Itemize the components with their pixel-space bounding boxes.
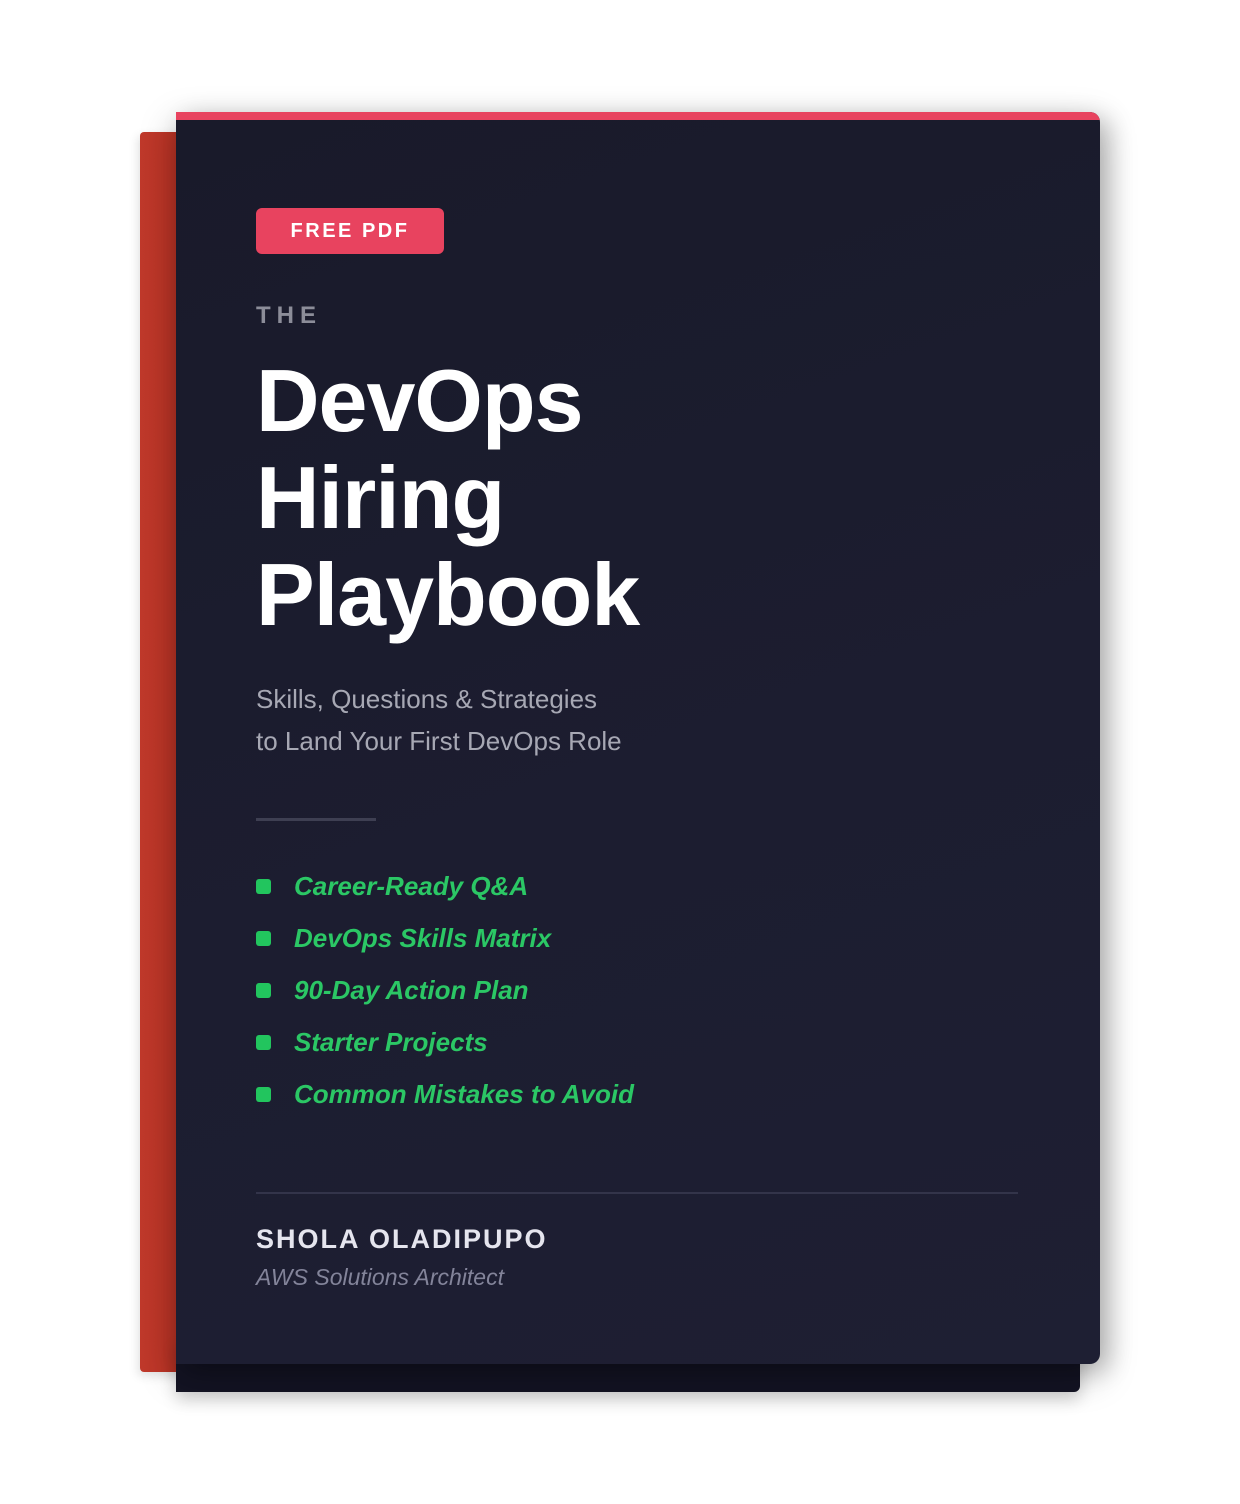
author-divider: [256, 1192, 1018, 1194]
bullet-square-icon: [256, 931, 271, 946]
author-role: AWS Solutions Architect: [256, 1264, 504, 1290]
feature-label: Starter Projects: [294, 1027, 488, 1057]
cover-accent-strip: [176, 112, 1100, 120]
feature-item: DevOps Skills Matrix: [256, 912, 634, 964]
bullet-square-icon: [256, 1087, 271, 1102]
title-eyebrow: THE: [256, 302, 322, 329]
feature-item: Common Mistakes to Avoid: [256, 1068, 634, 1120]
book-title-line: DevOps: [256, 351, 584, 450]
book-title-line: Playbook: [256, 545, 640, 644]
author-name: SHOLA OLADIPUPO: [256, 1224, 548, 1254]
book-cover: FREE PDF THE DevOps Hiring Playbook Skil…: [176, 112, 1100, 1364]
feature-item: Career-Ready Q&A: [256, 860, 634, 912]
feature-label: Common Mistakes to Avoid: [294, 1079, 634, 1109]
free-pdf-badge: FREE PDF: [256, 208, 444, 254]
bullet-square-icon: [256, 983, 271, 998]
feature-list: Career-Ready Q&A DevOps Skills Matrix 90…: [256, 860, 634, 1120]
book-subtitle-line: to Land Your First DevOps Role: [256, 726, 622, 756]
feature-item: Starter Projects: [256, 1016, 634, 1068]
book-title-line: Hiring: [256, 448, 505, 547]
section-divider: [256, 818, 376, 821]
bullet-square-icon: [256, 879, 271, 894]
book-title: DevOps Hiring Playbook: [256, 352, 1016, 643]
book-subtitle: Skills, Questions & Strategies to Land Y…: [256, 678, 956, 762]
feature-label: Career-Ready Q&A: [294, 871, 529, 901]
feature-label: 90-Day Action Plan: [294, 975, 529, 1005]
bullet-square-icon: [256, 1035, 271, 1050]
feature-label: DevOps Skills Matrix: [294, 923, 552, 953]
feature-item: 90-Day Action Plan: [256, 964, 634, 1016]
book-subtitle-line: Skills, Questions & Strategies: [256, 684, 598, 714]
book-mockup: FREE PDF THE DevOps Hiring Playbook Skil…: [0, 0, 1240, 1504]
